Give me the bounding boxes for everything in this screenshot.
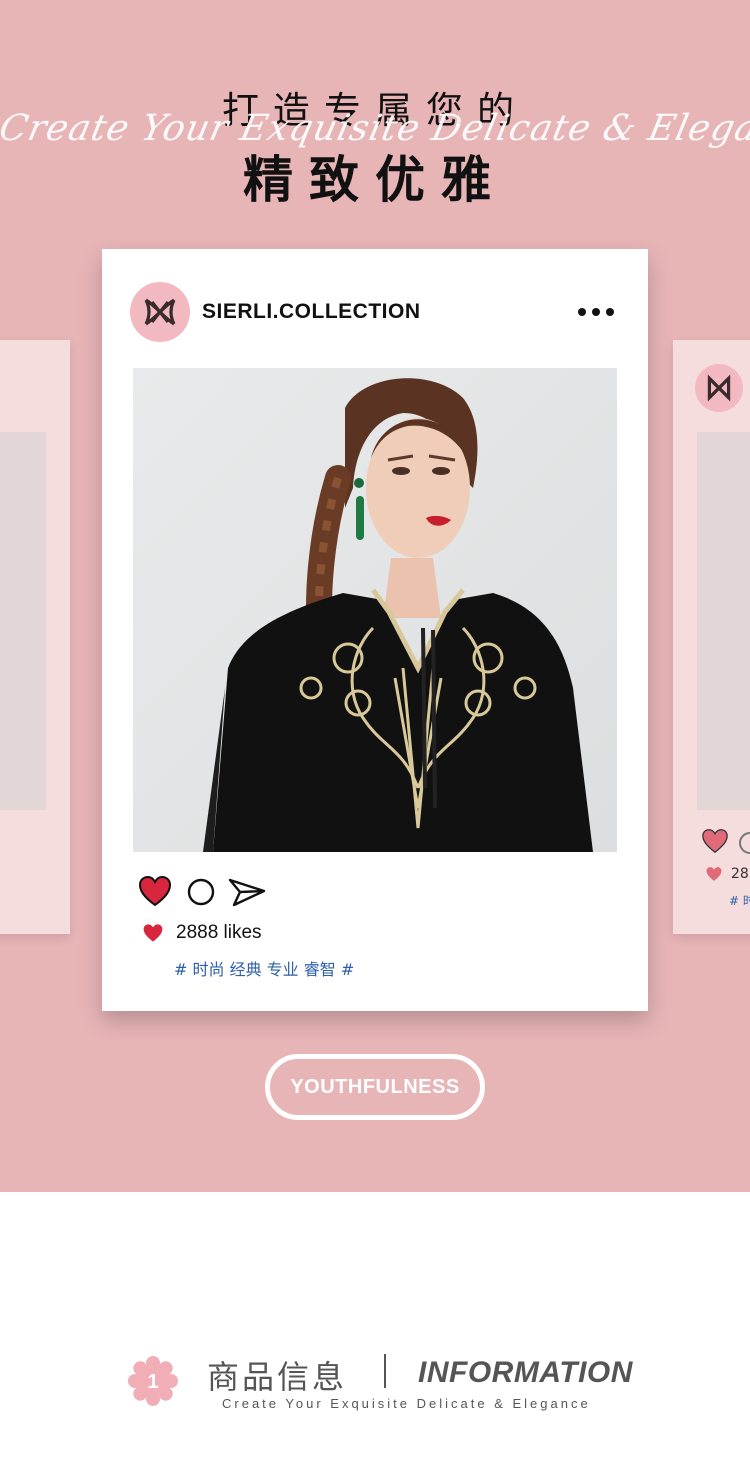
divider [384, 1354, 386, 1388]
side-tag-text: # 时 [729, 894, 750, 908]
side-card-right: 28 # 时 [673, 340, 750, 934]
post-username[interactable]: SIERLI.COLLECTION [202, 300, 421, 324]
logo-icon [707, 374, 731, 402]
youthfulness-button[interactable]: YOUTHFULNESS [265, 1054, 485, 1120]
post-likes: 2888 likes [176, 922, 262, 943]
info-subtitle: Create Your Exquisite Delicate & Eleganc… [222, 1396, 591, 1411]
badge-number: 1 [147, 1371, 158, 1393]
comment-icon[interactable] [187, 878, 215, 906]
avatar [695, 364, 743, 412]
logo-icon [144, 298, 176, 326]
comment-icon [739, 832, 750, 854]
heart-icon [702, 829, 728, 854]
info-title-cn: 商品信息 [207, 1358, 348, 1396]
hero-title-main: 精致优雅 [243, 151, 507, 209]
send-icon[interactable] [228, 877, 266, 909]
side-card-photo [0, 432, 46, 810]
number-badge-icon: 1 [128, 1356, 178, 1406]
side-card-photo [697, 432, 750, 810]
info-title-en: INFORMATION [418, 1356, 633, 1389]
post-photo [133, 368, 617, 852]
model-photo [133, 368, 617, 852]
post-card: SIERLI.COLLECTION 2888 likes # 时尚 经典 专业 … [102, 249, 648, 1011]
small-heart-icon [143, 924, 163, 942]
post-tags[interactable]: # 时尚 经典 专业 睿智 # [174, 956, 354, 980]
small-heart-icon [706, 867, 722, 881]
avatar[interactable] [130, 282, 190, 342]
side-likes-text: 28 [731, 866, 749, 882]
info-header: 1 商品信息 INFORMATION Create Your Exquisite… [0, 1340, 750, 1420]
heart-icon[interactable] [138, 875, 172, 907]
more-icon[interactable] [576, 302, 616, 322]
side-card-left [0, 340, 70, 934]
hero-section: 打造专属您的 Create Your Exquisite Delicate & … [0, 0, 750, 1192]
